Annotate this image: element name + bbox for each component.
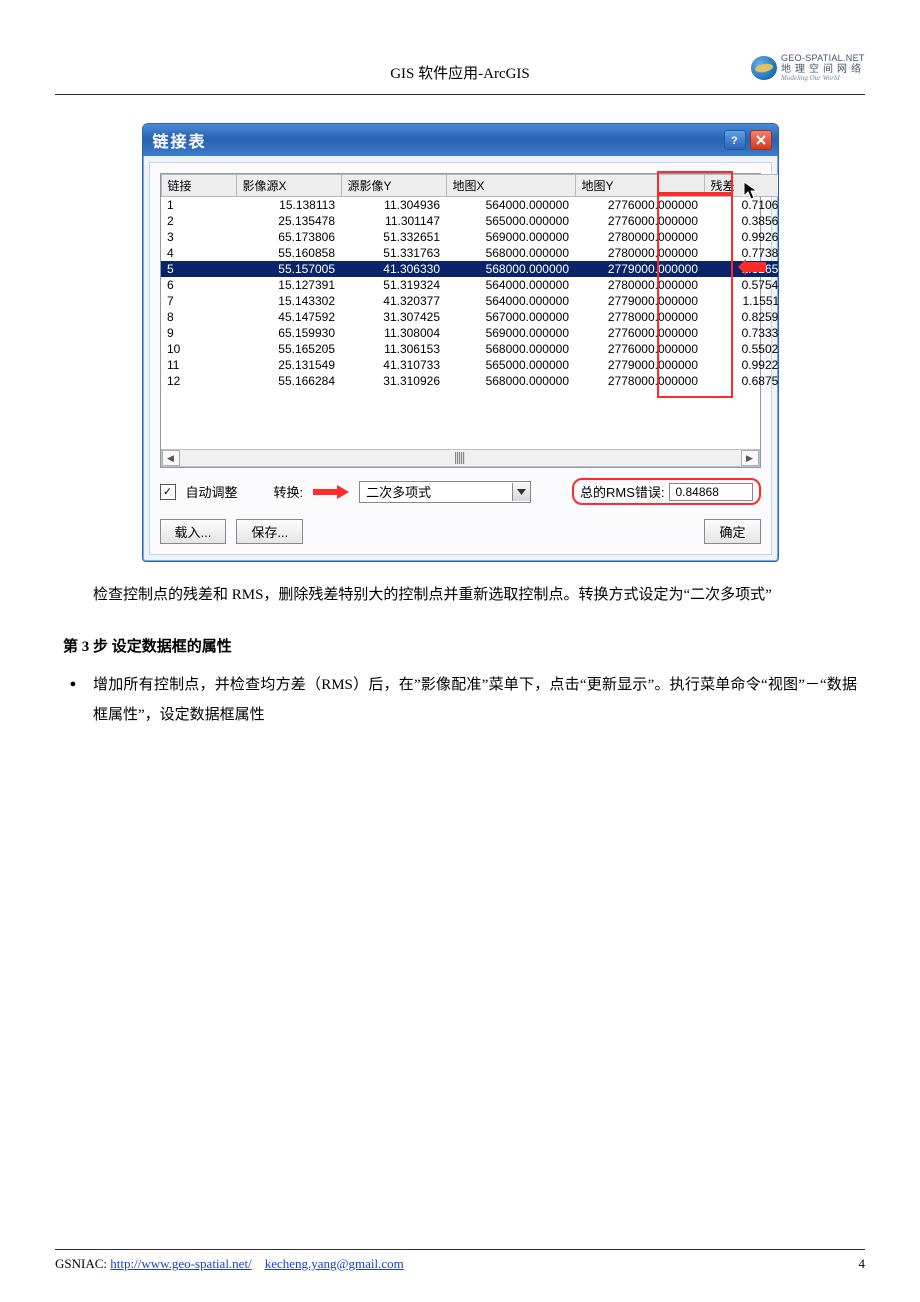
horizontal-scrollbar[interactable]: ◀ ▶	[161, 449, 760, 467]
scroll-grip[interactable]	[455, 452, 465, 464]
col-srcx[interactable]: 影像源X	[236, 175, 341, 197]
scroll-right-button[interactable]: ▶	[741, 450, 759, 466]
col-mapx[interactable]: 地图X	[446, 175, 575, 197]
link-table[interactable]: 链接 影像源X 源影像Y 地图X 地图Y 残差 × 115.13811311.3…	[161, 174, 779, 389]
col-srcy[interactable]: 源影像Y	[341, 175, 446, 197]
document-body: 检查控制点的残差和 RMS，删除残差特别大的控制点并重新选取控制点。转换方式设定…	[63, 580, 857, 730]
col-link[interactable]: 链接	[161, 175, 236, 197]
table-row[interactable]: 1255.16628431.310926568000.0000002778000…	[161, 373, 779, 389]
transform-select-value: 二次多项式	[360, 482, 512, 501]
col-residual[interactable]: 残差	[704, 175, 779, 197]
col-mapy[interactable]: 地图Y	[575, 175, 704, 197]
auto-adjust-checkbox[interactable]: ✓	[160, 484, 176, 500]
scroll-left-button[interactable]: ◀	[162, 450, 180, 466]
svg-text:?: ?	[731, 135, 738, 146]
auto-adjust-label: 自动调整	[186, 482, 238, 501]
link-table-wrapper: 链接 影像源X 源影像Y 地图X 地图Y 残差 × 115.13811311.3…	[160, 173, 761, 468]
logo-text: GEO-SPATIAL.NET 地理空间网络 Modeling Our Worl…	[781, 54, 865, 83]
page-header-title: GIS 软件应用-ArcGIS	[55, 60, 865, 83]
rms-value: 0.84868	[669, 483, 753, 501]
step-heading: 第 3 步 设定数据框的属性	[63, 632, 857, 662]
ok-button[interactable]: 确定	[704, 519, 760, 544]
table-row[interactable]: 115.13811311.304936564000.0000002776000.…	[161, 197, 779, 214]
globe-icon	[751, 56, 777, 80]
rms-error-group: 总的RMS错误: 0.84868	[572, 478, 761, 505]
table-row[interactable]: 1055.16520511.306153568000.0000002776000…	[161, 341, 779, 357]
table-row[interactable]: 715.14330241.320377564000.0000002779000.…	[161, 293, 779, 309]
table-row[interactable]: 615.12739151.319324564000.0000002780000.…	[161, 277, 779, 293]
table-row[interactable]: 365.17380651.332651569000.0000002780000.…	[161, 229, 779, 245]
page-footer: GSNIAC: http://www.geo-spatial.net/ kech…	[55, 1249, 865, 1272]
table-row[interactable]: 555.15700541.306330568000.0000002779000.…	[161, 261, 779, 277]
footer-prefix: GSNIAC:	[55, 1256, 110, 1271]
rms-label: 总的RMS错误:	[580, 482, 665, 501]
convert-label: 转换:	[274, 482, 304, 501]
dialog-title: 链接表	[153, 128, 207, 152]
dialog-titlebar: 链接表 ?	[143, 124, 778, 156]
link-table-dialog: 链接表 ? 链接 影像源X	[142, 123, 779, 562]
table-row[interactable]: 1125.13154941.310733565000.0000002779000…	[161, 357, 779, 373]
save-button[interactable]: 保存...	[236, 519, 303, 544]
paragraph-1: 检查控制点的残差和 RMS，删除残差特别大的控制点并重新选取控制点。转换方式设定…	[63, 580, 857, 610]
load-button[interactable]: 载入...	[160, 519, 227, 544]
page-number: 4	[859, 1256, 866, 1272]
header-divider	[55, 94, 865, 95]
bullet-1: 增加所有控制点，并检查均方差（RMS）后，在”影像配准”菜单下，点击“更新显示”…	[63, 670, 857, 730]
transform-select[interactable]: 二次多项式	[359, 481, 531, 503]
table-row[interactable]: 845.14759231.307425567000.0000002778000.…	[161, 309, 779, 325]
table-row[interactable]: 455.16085851.331763568000.0000002780000.…	[161, 245, 779, 261]
help-button[interactable]: ?	[724, 130, 746, 150]
close-button[interactable]	[750, 130, 772, 150]
footer-url-link[interactable]: http://www.geo-spatial.net/	[110, 1256, 251, 1271]
annotation-convert-arrow-icon	[313, 485, 349, 499]
table-row[interactable]: 965.15993011.308004569000.0000002776000.…	[161, 325, 779, 341]
footer-email-link[interactable]: kecheng.yang@gmail.com	[265, 1256, 404, 1271]
table-row[interactable]: 225.13547811.301147565000.0000002776000.…	[161, 213, 779, 229]
dropdown-icon[interactable]	[512, 483, 530, 501]
header-logo: GEO-SPATIAL.NET 地理空间网络 Modeling Our Worl…	[751, 54, 865, 83]
